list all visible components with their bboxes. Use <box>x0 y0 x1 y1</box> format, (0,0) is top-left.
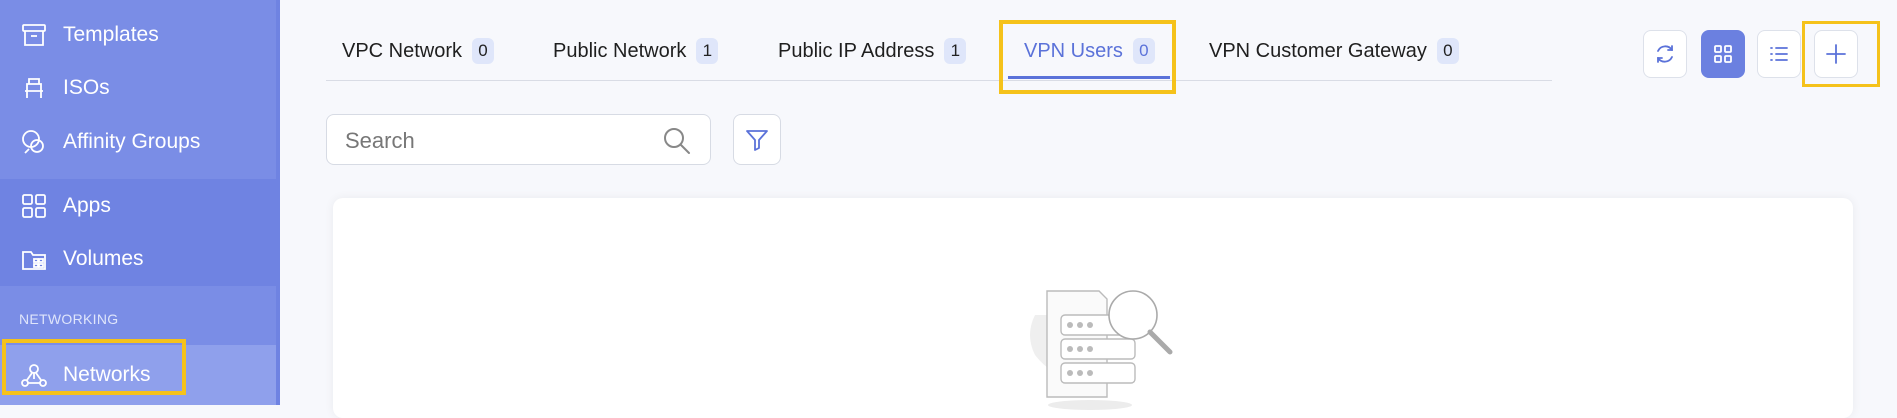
volumes-icon <box>19 244 49 274</box>
apps-icon <box>19 191 49 221</box>
filter-icon <box>744 127 770 153</box>
sidebar-item-label: Affinity Groups <box>63 130 200 154</box>
tab-public-network[interactable]: Public Network 1 <box>553 22 718 80</box>
affinity-groups-icon <box>19 127 49 157</box>
tab-count-badge: 0 <box>472 38 494 64</box>
search-icon[interactable] <box>662 126 692 156</box>
sidebar-item-affinity-groups[interactable]: Affinity Groups <box>0 117 276 167</box>
sidebar-item-label: Apps <box>63 194 111 218</box>
grid-view-button[interactable] <box>1701 30 1745 78</box>
list-view-button[interactable] <box>1757 30 1801 78</box>
sidebar-item-volumes[interactable]: Volumes <box>0 234 276 284</box>
search-input[interactable] <box>343 115 647 166</box>
tab-label: Public Network <box>553 40 686 63</box>
sidebar: Templates ISOs Affinity Groups Apps Volu… <box>0 0 276 405</box>
grid-view-icon <box>1711 42 1735 66</box>
tab-label: VPN Customer Gateway <box>1209 40 1427 63</box>
tab-vpc-network[interactable]: VPC Network 0 <box>342 22 494 80</box>
sidebar-item-label: Volumes <box>63 247 144 271</box>
highlight-box-add <box>1802 21 1880 87</box>
sidebar-section-networking: NETWORKING <box>19 311 118 327</box>
filter-button[interactable] <box>733 114 781 165</box>
tab-label: Public IP Address <box>778 40 934 63</box>
empty-state-illustration <box>1015 285 1185 410</box>
sidebar-item-apps[interactable]: Apps <box>0 181 276 231</box>
network-tabs: VPC Network 0 Public Network 1 Public IP… <box>326 22 1552 81</box>
tab-count-badge: 1 <box>944 38 966 64</box>
tab-public-ip-address[interactable]: Public IP Address 1 <box>778 22 966 80</box>
sidebar-item-label: ISOs <box>63 76 110 100</box>
iso-icon <box>19 73 49 103</box>
highlight-box-vpn-users <box>999 20 1176 94</box>
refresh-icon <box>1653 42 1677 66</box>
search-box <box>326 114 711 165</box>
tab-label: VPC Network <box>342 40 462 63</box>
templates-icon <box>19 20 49 50</box>
sidebar-item-label: Templates <box>63 23 159 47</box>
tab-vpn-customer-gateway[interactable]: VPN Customer Gateway 0 <box>1209 22 1459 80</box>
highlight-box-networks <box>2 339 186 395</box>
sidebar-item-templates[interactable]: Templates <box>0 10 276 60</box>
refresh-button[interactable] <box>1643 30 1687 78</box>
sidebar-divider <box>276 0 280 405</box>
sidebar-item-isos[interactable]: ISOs <box>0 63 276 113</box>
tab-count-badge: 1 <box>696 38 718 64</box>
tab-count-badge: 0 <box>1437 38 1459 64</box>
list-view-icon <box>1767 42 1791 66</box>
